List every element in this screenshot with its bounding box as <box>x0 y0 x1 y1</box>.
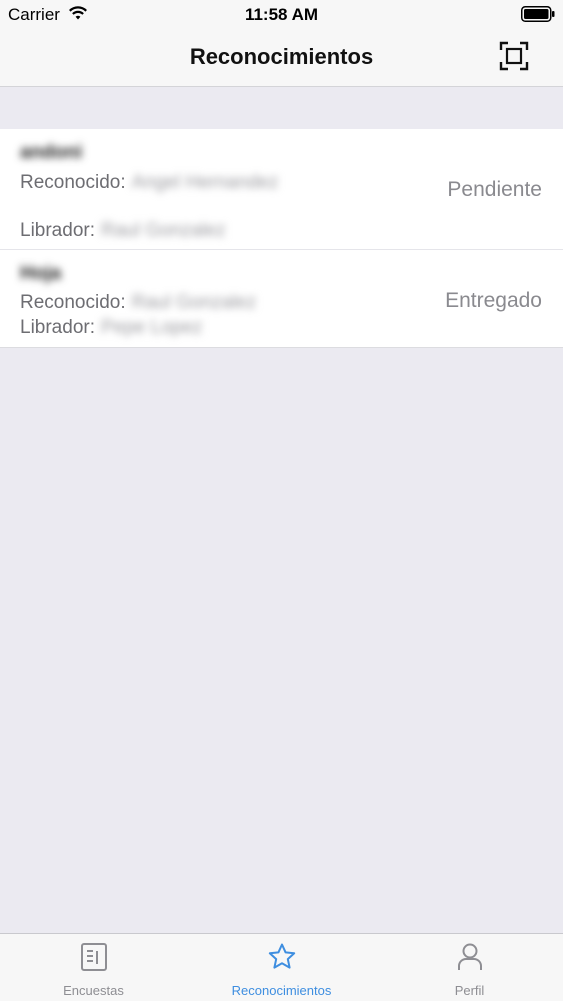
tab-perfil[interactable]: Perfil <box>376 934 563 1001</box>
reconocido-value: Angel Hernandez <box>131 172 279 193</box>
reconocido-line: Reconocido: Angel Hernandez <box>20 172 278 194</box>
reconocido-label: Reconocido: <box>20 292 126 313</box>
reconocido-value: Raul Gonzalez <box>131 292 257 313</box>
tab-encuestas[interactable]: Encuestas <box>0 934 187 1001</box>
scan-icon[interactable] <box>499 41 529 71</box>
tab-label: Encuestas <box>63 983 124 998</box>
reconocido-line: Reconocido: Raul Gonzalez <box>20 292 256 314</box>
status-badge: Pendiente <box>447 178 542 201</box>
librador-label: Librador: <box>20 317 95 338</box>
librador-label: Librador: <box>20 220 95 241</box>
list-item[interactable]: Hoja Reconocido: Raul Gonzalez Librador: P… <box>0 250 563 348</box>
recognitions-list: andoni Reconocido: Angel Hernandez Librad… <box>0 129 563 348</box>
clock: 11:58 AM <box>244 5 319 24</box>
item-title: andoni <box>20 142 83 163</box>
item-title: Hoja <box>20 263 62 284</box>
tab-label: Reconocimientos <box>231 983 332 998</box>
tab-reconocimientos[interactable]: Reconocimientos <box>188 934 375 1001</box>
person-icon <box>457 943 482 970</box>
reconocido-label: Reconocido: <box>20 172 126 193</box>
battery-icon <box>521 6 555 22</box>
librador-line: Librador: Pepe Lopez <box>20 317 202 339</box>
status-bar: Carrier 11:58 AM <box>0 0 563 30</box>
top-bar: Carrier 11:58 AM Reconocimientos <box>0 0 563 87</box>
librador-value: Raul Gonzalez <box>101 220 226 241</box>
survey-icon <box>80 943 107 971</box>
status-badge: Entregado <box>445 289 542 312</box>
list-item[interactable]: andoni Reconocido: Angel Hernandez Librad… <box>0 129 563 250</box>
star-icon <box>268 943 295 969</box>
librador-value: Pepe Lopez <box>101 317 203 338</box>
librador-line: Librador: Raul Gonzalez <box>20 220 226 242</box>
tab-bar: Encuestas Reconocimientos Perfil <box>0 933 563 1001</box>
tab-label: Perfil <box>454 983 485 998</box>
page-title: Reconocimientos <box>189 44 374 69</box>
